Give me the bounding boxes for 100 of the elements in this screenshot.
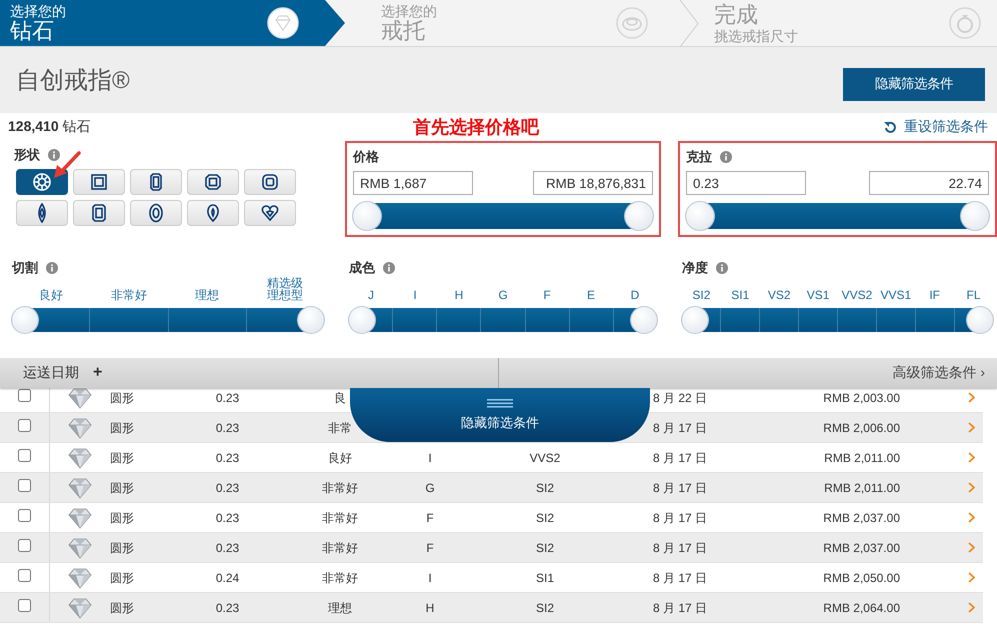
annotation-arrow bbox=[52, 151, 82, 179]
slider-handle[interactable] bbox=[631, 307, 657, 333]
table-cell: 8 月 17 日 bbox=[652, 450, 708, 464]
grade-label: FL bbox=[966, 289, 981, 302]
table-cell: RMB 2,037.00 bbox=[823, 510, 900, 524]
diamond-thumbnail bbox=[68, 446, 92, 468]
grade-label: 理想 bbox=[195, 289, 219, 302]
table-cell: H bbox=[426, 600, 434, 614]
filter-label: 成色 bbox=[349, 259, 375, 277]
step-caption: 挑选戒指尺寸 bbox=[714, 28, 798, 42]
table-cell: 圆形 bbox=[110, 570, 134, 584]
hide-filters-button[interactable]: 隐藏筛选条件 bbox=[843, 68, 985, 100]
table-cell: 圆形 bbox=[110, 540, 134, 554]
table-cell: 8 月 17 日 bbox=[652, 600, 708, 614]
table-cell: 圆形 bbox=[110, 480, 134, 494]
table-cell: 圆形 bbox=[110, 600, 134, 614]
table-cell: RMB 2,064.00 bbox=[823, 600, 900, 614]
diamond-thumbnail bbox=[68, 566, 92, 588]
table-cell: 8 月 17 日 bbox=[652, 480, 708, 494]
table-cell: RMB 2,037.00 bbox=[823, 540, 900, 554]
slider-handle[interactable] bbox=[961, 202, 989, 230]
min-input[interactable]: RMB 1,687 bbox=[353, 171, 473, 195]
hide-filters-tab[interactable]: 隐藏筛选条件 bbox=[350, 388, 650, 442]
slider-handle[interactable] bbox=[298, 307, 324, 333]
range-slider-track[interactable] bbox=[353, 203, 653, 229]
table-cell: 非常好 bbox=[322, 510, 358, 524]
range-slider-track[interactable] bbox=[12, 308, 324, 332]
table-cell: G bbox=[425, 480, 435, 494]
grade-label: E bbox=[586, 289, 595, 302]
table-cell: 0.23 bbox=[216, 510, 240, 524]
row-checkbox[interactable] bbox=[18, 599, 31, 612]
asscher-shape-icon bbox=[203, 172, 223, 192]
filter-label: 切割 bbox=[12, 259, 38, 277]
table-cell: 0.23 bbox=[216, 540, 240, 554]
cushion-shape-icon bbox=[260, 172, 280, 192]
slider-handle[interactable] bbox=[967, 307, 993, 333]
grade-label: VS1 bbox=[806, 289, 830, 302]
table-cell: SI2 bbox=[536, 600, 554, 614]
grade-label: VVS2 bbox=[842, 289, 872, 302]
row-checkbox[interactable] bbox=[18, 509, 31, 522]
max-input[interactable]: 22.74 bbox=[869, 171, 989, 195]
table-cell: SI1 bbox=[536, 570, 554, 584]
info-icon[interactable] bbox=[48, 149, 60, 161]
range-slider-track[interactable] bbox=[682, 308, 993, 332]
slider-handle[interactable] bbox=[349, 307, 375, 333]
slider-handle[interactable] bbox=[686, 202, 714, 230]
grade-label: 非常好 bbox=[111, 289, 147, 302]
row-checkbox[interactable] bbox=[18, 479, 31, 492]
table-cell: 8 月 17 日 bbox=[652, 570, 708, 584]
table-cell: 圆形 bbox=[110, 390, 134, 404]
slider-handle[interactable] bbox=[625, 202, 653, 230]
table-cell: RMB 2,050.00 bbox=[823, 570, 900, 584]
table-cell: RMB 2,003.00 bbox=[823, 390, 900, 404]
table-cell: 良 bbox=[334, 390, 346, 404]
table-cell: SI2 bbox=[536, 540, 554, 554]
diamond-thumbnail bbox=[68, 596, 92, 618]
slider-handle[interactable] bbox=[12, 307, 38, 333]
table-cell: 0.23 bbox=[216, 420, 240, 434]
shape-button[interactable] bbox=[16, 169, 68, 195]
row-checkbox[interactable] bbox=[18, 539, 31, 552]
grade-label: VS2 bbox=[768, 289, 791, 302]
step-title: 戒托 bbox=[381, 20, 426, 42]
reset-filters-link[interactable]: 重设筛选条件 bbox=[884, 118, 994, 136]
row-checkbox[interactable] bbox=[18, 449, 31, 462]
info-icon[interactable] bbox=[46, 262, 58, 274]
table-cell: SI2 bbox=[536, 480, 554, 494]
table-cell: RMB 2,011.00 bbox=[824, 450, 900, 464]
diamond-thumbnail bbox=[68, 506, 92, 528]
table-cell: 8 月 22 日 bbox=[652, 390, 708, 404]
annotation-text: 首先选择价格吧 bbox=[413, 116, 539, 139]
add-icon[interactable]: + bbox=[93, 364, 102, 382]
range-slider-track[interactable] bbox=[686, 203, 989, 229]
delivery-date-filter[interactable]: 运送日期 bbox=[23, 364, 79, 382]
range-slider-track[interactable] bbox=[349, 308, 657, 332]
row-checkbox[interactable] bbox=[18, 389, 31, 402]
info-icon[interactable] bbox=[720, 151, 732, 163]
table-cell: F bbox=[426, 510, 434, 524]
slider-handle[interactable] bbox=[353, 202, 381, 230]
round-shape-icon bbox=[32, 172, 52, 192]
table-cell: 0.23 bbox=[216, 480, 240, 494]
step-tab[interactable]: 选择您的 钻石 bbox=[0, 0, 345, 46]
menu-icon bbox=[487, 398, 513, 408]
table-cell: 0.24 bbox=[216, 570, 240, 584]
min-input[interactable]: 0.23 bbox=[686, 171, 806, 195]
info-icon[interactable] bbox=[716, 262, 728, 274]
grade-label: H bbox=[454, 289, 464, 302]
advanced-filters-link[interactable]: 高级筛选条件 › bbox=[892, 364, 997, 382]
row-checkbox[interactable] bbox=[18, 419, 31, 432]
filter-label: 克拉 bbox=[686, 148, 712, 166]
table-cell: I bbox=[428, 570, 432, 584]
table-cell: 0.23 bbox=[216, 390, 240, 404]
max-input[interactable]: RMB 18,876,831 bbox=[533, 171, 653, 195]
row-checkbox[interactable] bbox=[18, 569, 31, 582]
slider-handle[interactable] bbox=[682, 307, 708, 333]
filter-label: 价格 bbox=[353, 148, 379, 166]
step-title: 完成 bbox=[714, 4, 759, 26]
info-icon[interactable] bbox=[383, 262, 395, 274]
filter-label: 形状 bbox=[14, 146, 40, 164]
diamond-thumbnail bbox=[68, 476, 92, 498]
table-cell: 圆形 bbox=[110, 510, 134, 524]
